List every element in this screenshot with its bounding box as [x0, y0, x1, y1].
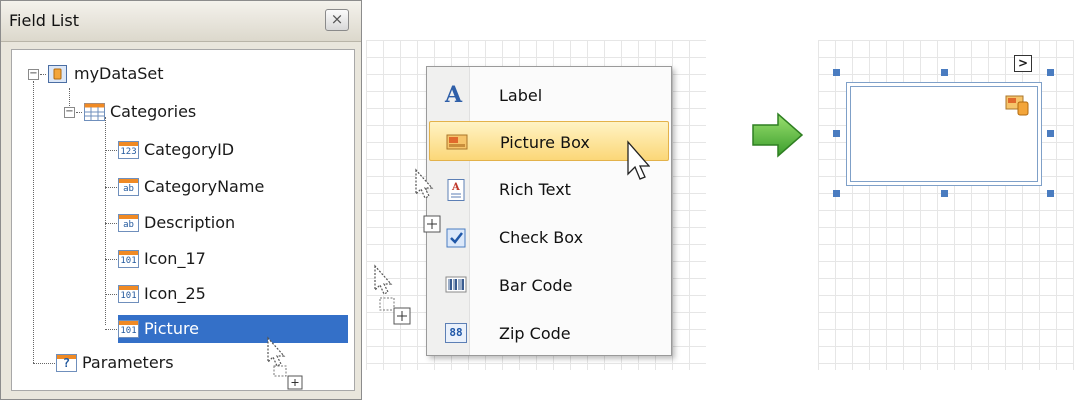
tree-node-field[interactable]: ab CategoryName [118, 173, 348, 201]
field-label: CategoryName [144, 177, 265, 196]
resize-handle[interactable] [833, 130, 840, 137]
resize-handle[interactable] [1047, 190, 1054, 197]
tree-node-table[interactable]: Categories [84, 98, 244, 126]
field-label: Description [144, 213, 236, 232]
menu-item-check-box[interactable]: Check Box [429, 217, 669, 257]
tree-node-label: Categories [110, 102, 197, 121]
tree-line [105, 150, 117, 151]
tree-line [33, 81, 34, 363]
field-label: Icon_25 [144, 284, 206, 303]
tree-line [105, 259, 117, 260]
binary-field-icon: 101 [118, 250, 139, 268]
tree-node-field[interactable]: 101 Icon_25 [118, 280, 348, 308]
field-list-title: Field List [9, 11, 79, 30]
resize-handle[interactable] [1047, 130, 1054, 137]
tree-line [105, 187, 117, 188]
tree-node-field[interactable]: 101 Icon_17 [118, 245, 348, 273]
tree-line [33, 363, 55, 364]
tree-node-label: myDataSet [74, 64, 164, 83]
bound-picture-icon [1005, 95, 1029, 116]
dataset-icon [48, 65, 67, 83]
collapse-icon[interactable]: − [64, 107, 75, 118]
collapse-icon[interactable]: − [28, 69, 39, 80]
mouse-pointer-icon [627, 140, 650, 180]
text-field-icon: ab [118, 178, 139, 196]
table-icon [84, 103, 105, 121]
picture-box-control[interactable] [846, 82, 1042, 186]
menu-item-text: Picture Box [500, 133, 590, 152]
tree-line [105, 223, 117, 224]
close-icon: × [330, 10, 344, 28]
field-list-header: Field List × [1, 1, 361, 42]
tree-node-field[interactable]: 123 CategoryID [118, 136, 348, 164]
drag-copy-cursor-icon [374, 264, 411, 325]
parameters-icon: ? [56, 354, 77, 372]
menu-item-zip-code[interactable]: 88 Zip Code [429, 313, 669, 353]
resize-handle[interactable] [833, 69, 840, 76]
tree-node-parameters[interactable]: ? Parameters [56, 349, 256, 377]
field-label: Icon_17 [144, 249, 206, 268]
resize-handle[interactable] [1047, 69, 1054, 76]
numeric-field-icon: 123 [118, 141, 139, 159]
close-button[interactable]: × [325, 9, 349, 31]
field-label: CategoryID [144, 140, 235, 159]
result-arrow-icon [752, 112, 804, 158]
tree-node-label: Parameters [82, 353, 174, 372]
smart-tag-button[interactable]: > [1014, 55, 1032, 72]
menu-item-text: Label [499, 86, 543, 105]
tree-line [40, 74, 46, 75]
menu-item-label[interactable]: A Label [429, 75, 669, 115]
picture-box-icon [446, 132, 468, 152]
menu-item-text: Bar Code [499, 276, 573, 295]
bar-code-icon [445, 275, 467, 295]
resize-handle[interactable] [941, 69, 948, 76]
field-label: Picture [144, 319, 200, 338]
drag-copy-cursor-icon [267, 336, 303, 390]
tree-line [105, 329, 117, 330]
resize-handle[interactable] [941, 190, 948, 197]
tree-node-dataset[interactable]: myDataSet [48, 60, 208, 88]
text-field-icon: ab [118, 214, 139, 232]
tree-node-field[interactable]: ab Description [118, 209, 348, 237]
toolbox-context-menu: A Label Picture Box A Rich Text Check Bo… [426, 66, 672, 356]
menu-item-bar-code[interactable]: Bar Code [429, 265, 669, 305]
binary-field-icon: 101 [118, 320, 139, 338]
menu-item-text: Check Box [499, 228, 584, 247]
zip-code-icon: 88 [445, 323, 467, 343]
chevron-right-icon: > [1017, 56, 1029, 70]
menu-item-text: Rich Text [499, 180, 571, 199]
binary-field-icon: 101 [118, 285, 139, 303]
tree-line [76, 112, 82, 113]
drag-copy-cursor-icon [415, 168, 441, 233]
label-icon: A [445, 82, 463, 108]
tree-line [105, 294, 117, 295]
menu-item-text: Zip Code [499, 324, 571, 343]
resize-handle[interactable] [833, 190, 840, 197]
